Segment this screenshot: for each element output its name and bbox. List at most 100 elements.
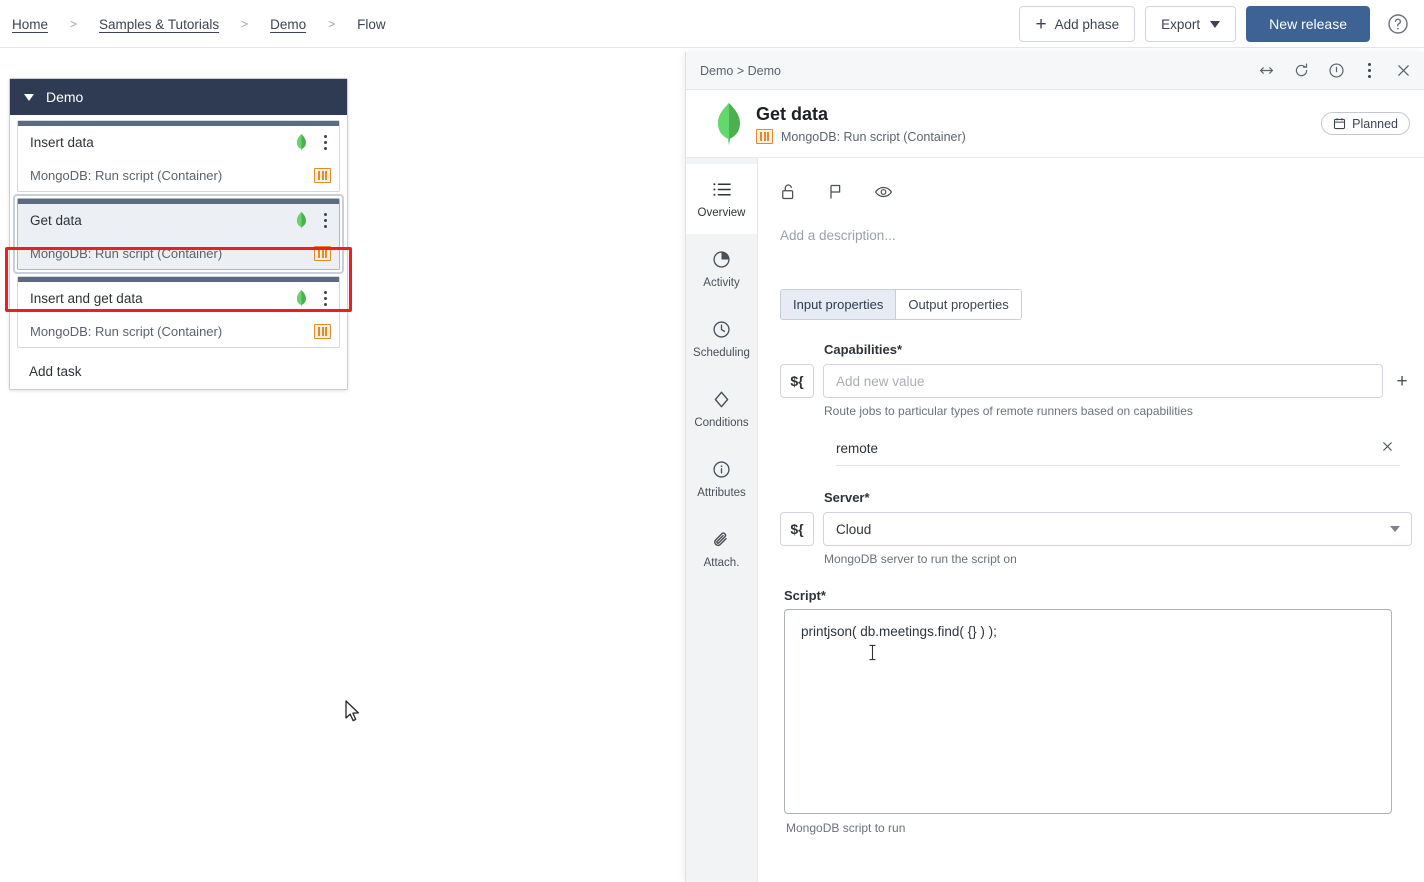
field-script: Script* printjson( db.meetings.find( {} …	[758, 588, 1424, 835]
server-select[interactable]	[823, 512, 1412, 546]
breadcrumb-item-flow: Flow	[357, 16, 386, 32]
status-badge-label: Planned	[1352, 116, 1398, 131]
task-subtitle: MongoDB: Run script (Container)	[30, 246, 223, 261]
container-icon	[314, 168, 331, 183]
sidebar-item-activity[interactable]: Activity	[686, 234, 757, 304]
container-icon	[314, 324, 331, 339]
capabilities-label: Capabilities*	[824, 342, 903, 357]
triangle-down-icon[interactable]	[24, 93, 34, 101]
add-phase-label: Add phase	[1054, 16, 1120, 32]
export-label: Export	[1161, 16, 1201, 32]
container-icon	[314, 246, 331, 261]
phase-task-list: Insert data MongoDB: Run script (Contain…	[10, 115, 347, 389]
diamond-icon	[712, 390, 731, 410]
panel-task-subtitle-row: MongoDB: Run script (Container)	[756, 129, 966, 144]
breadcrumb-item-home[interactable]: Home	[12, 17, 48, 32]
breadcrumb: Home > Samples & Tutorials > Demo > Flow	[12, 0, 386, 48]
flow-canvas: Demo Insert data MongoDB: Run script (Co…	[0, 48, 685, 882]
task-card-get-data[interactable]: Get data MongoDB: Run script (Container)	[13, 194, 344, 274]
panel-breadcrumb: Demo > Demo	[700, 63, 781, 78]
phase-card-demo: Demo Insert data MongoDB: Run script (Co…	[9, 78, 348, 390]
sidebar-item-scheduling[interactable]: Scheduling	[686, 304, 757, 374]
breadcrumb-item-samples-tutorials[interactable]: Samples & Tutorials	[99, 17, 219, 32]
field-capabilities: Capabilities* ${ + Route jobs to particu…	[758, 342, 1424, 466]
flag-icon[interactable]	[827, 183, 844, 201]
tab-output-properties[interactable]: Output properties	[895, 290, 1021, 319]
calendar-icon	[1334, 118, 1346, 130]
phase-title: Demo	[46, 89, 84, 105]
task-subtitle: MongoDB: Run script (Container)	[30, 168, 223, 183]
close-icon[interactable]	[1395, 62, 1412, 79]
close-icon[interactable]	[1381, 440, 1400, 457]
panel-sidebar-nav: Overview Activity Scheduling Conditions …	[686, 158, 758, 882]
breadcrumb-separator: >	[70, 17, 78, 31]
task-title: Get data	[30, 213, 82, 228]
sidebar-item-label: Attach.	[703, 556, 740, 569]
mongodb-leaf-icon	[295, 290, 308, 307]
list-icon	[712, 180, 731, 200]
task-card-insert-data[interactable]: Insert data MongoDB: Run script (Contain…	[17, 120, 340, 192]
container-icon	[756, 129, 773, 144]
new-release-label: New release	[1269, 16, 1347, 32]
help-circle-icon[interactable]	[1386, 12, 1410, 36]
chevron-down-icon	[1210, 20, 1221, 28]
sidebar-item-conditions[interactable]: Conditions	[686, 374, 757, 444]
new-release-button[interactable]: New release	[1246, 6, 1370, 42]
capabilities-input[interactable]	[823, 364, 1383, 398]
script-editor[interactable]: printjson( db.meetings.find( {} ) );	[784, 609, 1392, 814]
sidebar-item-overview[interactable]: Overview	[686, 164, 757, 234]
plus-icon[interactable]: +	[1392, 372, 1412, 391]
task-subtitle: MongoDB: Run script (Container)	[30, 324, 223, 339]
kebab-menu-icon[interactable]	[319, 213, 333, 228]
server-variable-button[interactable]: ${	[780, 512, 814, 546]
pie-chart-icon	[712, 250, 731, 270]
breadcrumb-item-demo[interactable]: Demo	[270, 17, 306, 32]
capabilities-variable-button[interactable]: ${	[780, 364, 814, 398]
description-placeholder[interactable]: Add a description...	[780, 228, 1424, 243]
export-button[interactable]: Export	[1145, 6, 1237, 42]
eye-icon[interactable]	[874, 183, 893, 201]
script-label: Script*	[784, 588, 826, 603]
expand-horizontal-icon[interactable]	[1258, 62, 1275, 79]
mongodb-leaf-icon	[295, 212, 308, 229]
add-task-button[interactable]: Add task	[17, 354, 340, 389]
sidebar-item-attachments[interactable]: Attach.	[686, 514, 757, 584]
info-icon[interactable]	[1328, 62, 1345, 79]
server-label: Server*	[824, 490, 870, 505]
task-detail-panel: Demo > Demo Get data MongoDB: Run script…	[685, 52, 1424, 882]
task-card-insert-and-get-data[interactable]: Insert and get data MongoDB: Run script …	[17, 276, 340, 348]
mongodb-leaf-icon	[295, 134, 308, 151]
panel-header: Get data MongoDB: Run script (Container)…	[686, 90, 1424, 158]
phase-header[interactable]: Demo	[10, 79, 347, 115]
kebab-menu-icon[interactable]	[1363, 63, 1377, 78]
task-title-row: Insert data	[18, 126, 339, 159]
task-title-row: Insert and get data	[18, 282, 339, 315]
panel-task-subtitle: MongoDB: Run script (Container)	[781, 129, 966, 144]
panel-task-title: Get data	[756, 104, 829, 124]
clock-icon	[712, 320, 731, 340]
field-server: Server* ${ MongoDB server to run the scr…	[758, 490, 1424, 566]
status-badge[interactable]: Planned	[1321, 112, 1410, 135]
sidebar-item-label: Conditions	[694, 416, 749, 429]
plus-icon: +	[1035, 13, 1047, 35]
capabilities-value-label: remote	[836, 441, 879, 456]
task-title-row: Get data	[18, 204, 339, 237]
kebab-menu-icon[interactable]	[319, 135, 333, 150]
breadcrumb-separator: >	[241, 17, 249, 31]
script-content: printjson( db.meetings.find( {} ) );	[801, 624, 997, 639]
refresh-icon[interactable]	[1293, 62, 1310, 79]
kebab-menu-icon[interactable]	[319, 291, 333, 306]
info-circle-icon	[712, 460, 731, 480]
add-phase-button[interactable]: + Add phase	[1019, 6, 1136, 42]
unlock-icon[interactable]	[780, 183, 797, 201]
tab-input-properties[interactable]: Input properties	[781, 290, 896, 319]
mouse-cursor	[345, 700, 363, 730]
task-action-icons	[758, 176, 1424, 208]
top-toolbar: + Add phase Export New release	[1019, 0, 1416, 48]
capabilities-value-row: remote	[836, 432, 1400, 466]
sidebar-item-attributes[interactable]: Attributes	[686, 444, 757, 514]
sidebar-item-label: Activity	[703, 276, 740, 289]
panel-body: Overview Activity Scheduling Conditions …	[686, 158, 1424, 882]
server-helper-text: MongoDB server to run the script on	[824, 552, 1017, 566]
task-subtitle-row: MongoDB: Run script (Container)	[18, 237, 339, 269]
